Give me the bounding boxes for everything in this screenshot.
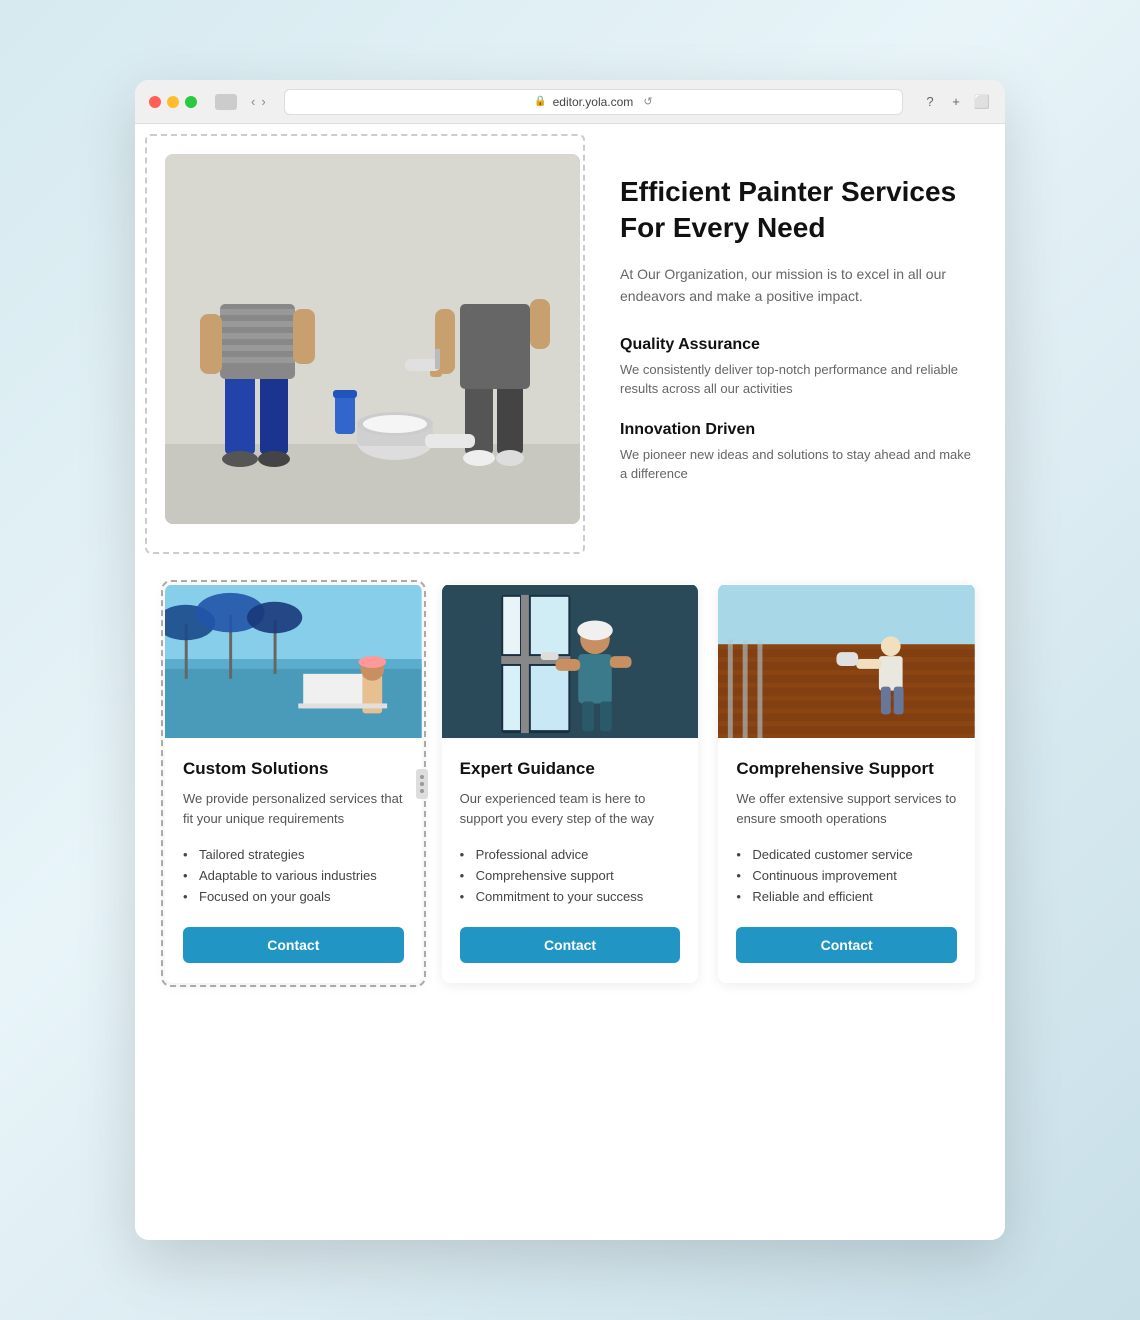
feature-innovation-title: Innovation Driven (620, 421, 975, 439)
minimize-button[interactable] (167, 96, 179, 108)
contact-button-custom[interactable]: Contact (183, 927, 404, 963)
card-body-custom: Custom Solutions We provide personalized… (165, 739, 422, 983)
feature-quality-desc: We consistently deliver top-notch perfor… (620, 360, 975, 399)
list-item: Reliable and efficient (736, 886, 957, 907)
card-comprehensive-support: Comprehensive Support We offer extensive… (718, 584, 975, 983)
browser-window: ‹ › 🔒 editor.yola.com ↺ ? + ⬜ (135, 80, 1005, 1240)
card-body-comprehensive: Comprehensive Support We offer extensive… (718, 739, 975, 983)
add-tab-button[interactable]: + (947, 93, 965, 111)
back-button[interactable]: ‹ (251, 94, 255, 109)
card-desc-comprehensive: We offer extensive support services to e… (736, 789, 957, 828)
cards-section: Custom Solutions We provide personalized… (165, 584, 975, 983)
card-body-expert: Expert Guidance Our experienced team is … (442, 739, 699, 983)
browser-actions: ? + ⬜ (921, 93, 991, 111)
card-image-comprehensive (718, 584, 975, 739)
contact-button-expert[interactable]: Contact (460, 927, 681, 963)
lock-icon: 🔒 (534, 96, 546, 107)
hero-subtitle: At Our Organization, our mission is to e… (620, 263, 975, 308)
feature-innovation: Innovation Driven We pioneer new ideas a… (620, 421, 975, 484)
card-image-expert (442, 584, 699, 739)
list-item: Tailored strategies (183, 844, 404, 865)
help-button[interactable]: ? (921, 93, 939, 111)
browser-content: Efficient Painter Services For Every Nee… (135, 124, 1005, 1240)
card-list-comprehensive: Dedicated customer service Continuous im… (736, 844, 957, 907)
card-title-expert: Expert Guidance (460, 759, 681, 779)
traffic-lights (149, 96, 197, 108)
list-item: Dedicated customer service (736, 844, 957, 865)
feature-quality: Quality Assurance We consistently delive… (620, 336, 975, 399)
close-button[interactable] (149, 96, 161, 108)
hero-image (165, 154, 580, 524)
card-desc-expert: Our experienced team is here to support … (460, 789, 681, 828)
card-resize-handle[interactable] (416, 769, 428, 799)
list-item: Comprehensive support (460, 865, 681, 886)
tab-icon (215, 94, 237, 110)
hero-image-container (165, 154, 580, 524)
hero-title: Efficient Painter Services For Every Nee… (620, 174, 975, 247)
card-expert-guidance: Expert Guidance Our experienced team is … (442, 584, 699, 983)
contact-button-comprehensive[interactable]: Contact (736, 927, 957, 963)
card-title-comprehensive: Comprehensive Support (736, 759, 957, 779)
nav-arrows: ‹ › (251, 94, 266, 109)
card-list-custom: Tailored strategies Adaptable to various… (183, 844, 404, 907)
card-desc-custom: We provide personalized services that fi… (183, 789, 404, 828)
forward-button[interactable]: › (261, 94, 265, 109)
feature-innovation-desc: We pioneer new ideas and solutions to st… (620, 445, 975, 484)
feature-quality-title: Quality Assurance (620, 336, 975, 354)
card-custom-solutions: Custom Solutions We provide personalized… (165, 584, 422, 983)
browser-chrome: ‹ › 🔒 editor.yola.com ↺ ? + ⬜ (135, 80, 1005, 124)
list-item: Professional advice (460, 844, 681, 865)
reload-icon: ↺ (643, 95, 652, 108)
card-list-expert: Professional advice Comprehensive suppor… (460, 844, 681, 907)
maximize-button[interactable] (185, 96, 197, 108)
list-item: Commitment to your success (460, 886, 681, 907)
card-title-custom: Custom Solutions (183, 759, 404, 779)
hero-text: Efficient Painter Services For Every Nee… (620, 154, 975, 506)
card-image-custom (165, 584, 422, 739)
address-bar[interactable]: 🔒 editor.yola.com ↺ (284, 89, 903, 115)
url-text: editor.yola.com (553, 95, 634, 109)
list-item: Adaptable to various industries (183, 865, 404, 886)
extensions-button[interactable]: ⬜ (973, 93, 991, 111)
hero-section: Efficient Painter Services For Every Nee… (165, 154, 975, 524)
list-item: Focused on your goals (183, 886, 404, 907)
list-item: Continuous improvement (736, 865, 957, 886)
